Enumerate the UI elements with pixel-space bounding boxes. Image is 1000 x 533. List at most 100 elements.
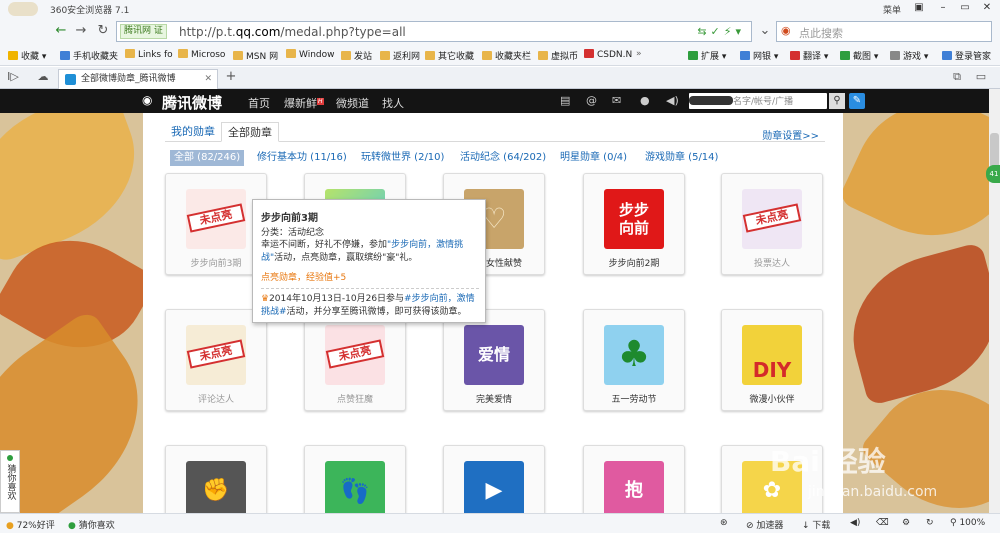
bookmark-item[interactable]: 返利网 [380, 49, 420, 62]
app-title: 360安全浏览器 7.1 [50, 6, 130, 16]
accelerator-button[interactable]: ⊘ 加速器 [746, 518, 783, 531]
nav-hot[interactable]: 爆新鲜H [284, 95, 324, 111]
site-verify-badge[interactable]: 腾讯网 证 [120, 24, 167, 39]
filter-event[interactable]: 活动纪念 (64/202) [460, 150, 546, 166]
sidebar-toggle-icon[interactable]: I▷ [4, 68, 22, 86]
tab-medals[interactable]: 全部微博勋章_腾讯微博 ✕ [58, 69, 218, 89]
speed-bubble-icon[interactable]: 41 [986, 165, 1000, 183]
tool-screenshot[interactable]: 截图 ▾ [840, 49, 878, 62]
search-box[interactable]: ◉ 点此搜索 [776, 21, 992, 42]
settings-icon[interactable]: ⚙ [902, 518, 910, 528]
address-toolbar: ← → ↻ 腾讯网 证 http://p.t.qq.com/medal.php?… [0, 18, 1000, 44]
nav-home[interactable]: 首页 [248, 95, 270, 111]
medal-card[interactable]: 未点亮 评论达人 [165, 309, 267, 411]
tool-translate[interactable]: 翻译 ▾ [790, 49, 828, 62]
address-bar[interactable]: 腾讯网 证 http://p.t.qq.com/medal.php?type=a… [116, 21, 752, 42]
history-icon[interactable]: ↻ [926, 518, 934, 528]
cloud-icon[interactable]: ☁ [34, 68, 52, 86]
tool-bank[interactable]: 网银 ▾ [740, 49, 778, 62]
volume-icon[interactable]: ◀) [666, 94, 679, 107]
tooltip-category: 分类：活动纪念 [261, 228, 325, 238]
menu-button[interactable]: 菜单 [883, 3, 901, 16]
medal-card[interactable]: DIY 微漫小伙伴 [721, 309, 823, 411]
back-icon[interactable]: ← [52, 22, 70, 40]
tab-my-medals[interactable]: 我的勋章 [165, 122, 221, 142]
tool-login-manager[interactable]: 登录管家 [942, 49, 991, 62]
weibo-brand[interactable]: 腾讯微博 [162, 92, 222, 113]
user-icon[interactable]: ● [640, 94, 650, 107]
leaf-decoration [835, 241, 1000, 407]
tab-all-medals[interactable]: 全部勋章 [221, 122, 279, 142]
guess-status[interactable]: ● 猜你喜欢 [68, 518, 115, 531]
bookmark-item[interactable]: MSN 网 [233, 49, 278, 62]
filter-all[interactable]: 全部 (82/246) [170, 150, 245, 166]
bookmark-item[interactable]: 其它收藏 [425, 49, 474, 62]
filter-game[interactable]: 游戏勋章 (5/14) [645, 150, 718, 166]
weibo-logo-icon[interactable]: ◉ [142, 93, 152, 107]
medal-card[interactable]: 未点亮 点赞狂魔 [304, 309, 406, 411]
search-placeholder[interactable]: 点此搜索 [799, 25, 843, 41]
nav-find-people[interactable]: 找人 [382, 95, 404, 111]
bookmark-item[interactable]: 虚拟币 [538, 49, 578, 62]
baidu-watermark: Bai 经验 [770, 445, 886, 478]
bookmark-item[interactable]: 发站 [341, 49, 372, 62]
weibo-search-input[interactable]: 名字/帐号/广播 [689, 93, 827, 109]
forward-icon[interactable]: → [72, 22, 90, 40]
app-icon[interactable]: ▤ [560, 94, 570, 107]
refresh-icon[interactable]: ↻ [94, 22, 112, 40]
smile-icon: ● [6, 521, 14, 531]
medal-card[interactable]: 抱 [583, 445, 685, 513]
url-text[interactable]: http://p.t.qq.com/medal.php?type=all [179, 25, 406, 39]
compose-icon[interactable]: ✎ [849, 93, 865, 109]
pin-icon[interactable]: ▣ [910, 1, 928, 15]
mention-icon[interactable]: @ [586, 94, 597, 107]
clean-icon[interactable]: ⌫ [876, 518, 889, 528]
rating-status[interactable]: ● 72%好评 [6, 518, 55, 531]
browser-logo [8, 2, 38, 16]
weibo-search-icon[interactable]: ⚲ [829, 93, 845, 109]
more-bookmarks-icon[interactable]: » [636, 49, 642, 59]
medal-settings-link[interactable]: 勋章设置>> [762, 127, 819, 142]
download-button[interactable]: ↓ 下载 [802, 518, 830, 531]
tab-list-icon[interactable]: ▭ [972, 68, 990, 86]
medal-card[interactable]: 未点亮 投票达人 [721, 173, 823, 275]
bookmark-item[interactable]: CSDN.N [584, 49, 632, 60]
address-tools-icon[interactable]: ⇆✓⚡▾ [697, 25, 745, 38]
sound-icon[interactable]: ◀) [850, 518, 860, 528]
dropdown-icon[interactable]: ⌄ [756, 22, 774, 40]
nav-channel[interactable]: 微频道 [336, 95, 369, 111]
search-engine-icon[interactable]: ◉ [781, 24, 791, 37]
medal-icon: ♛ [261, 294, 270, 304]
tool-games[interactable]: 游戏 ▾ [890, 49, 928, 62]
medal-card[interactable]: ♣ 五一劳动节 [583, 309, 685, 411]
zoom-control[interactable]: ⚲ 100% [950, 518, 985, 528]
bookmark-item[interactable]: Microso [178, 49, 225, 60]
hot-badge: H [317, 98, 324, 105]
medal-card[interactable]: 爱情 完美爱情 [443, 309, 545, 411]
medal-card[interactable]: ✊ [165, 445, 267, 513]
filter-world[interactable]: 玩转微世界 (2/10) [361, 150, 444, 166]
mail-icon[interactable]: ✉ [612, 94, 621, 107]
maximize-icon[interactable]: ▭ [956, 1, 974, 15]
bookmark-item[interactable]: 收藏夹栏 [482, 49, 531, 62]
bookmark-item[interactable]: 手机收藏夹 [60, 49, 118, 62]
tab-close-icon[interactable]: ✕ [204, 70, 212, 88]
new-tab-button[interactable]: + [222, 68, 240, 86]
medal-image: ▶ [464, 461, 524, 513]
page-scrollbar[interactable] [989, 89, 1000, 513]
tool-extensions[interactable]: 扩展 ▾ [688, 49, 726, 62]
restore-tab-icon[interactable]: ⧉ [948, 68, 966, 86]
filter-star[interactable]: 明星勋章 (0/4) [560, 150, 627, 166]
bookmark-item[interactable]: 收藏 ▾ [8, 49, 46, 62]
medal-card[interactable]: ▶ [443, 445, 545, 513]
bookmark-item[interactable]: Links fo [125, 49, 173, 60]
guess-you-like-widget[interactable]: 猜你喜欢 [0, 450, 20, 513]
accelerator-icon[interactable]: ⊛ [720, 518, 728, 528]
bookmark-item[interactable]: Window [286, 49, 335, 60]
scroll-thumb[interactable] [990, 133, 999, 169]
close-icon[interactable]: ✕ [978, 1, 996, 15]
medal-card[interactable]: 👣 [304, 445, 406, 513]
minimize-icon[interactable]: – [934, 1, 952, 15]
medal-card[interactable]: 步步 向前 步步向前2期 [583, 173, 685, 275]
filter-basic[interactable]: 修行基本功 (11/16) [257, 150, 347, 166]
